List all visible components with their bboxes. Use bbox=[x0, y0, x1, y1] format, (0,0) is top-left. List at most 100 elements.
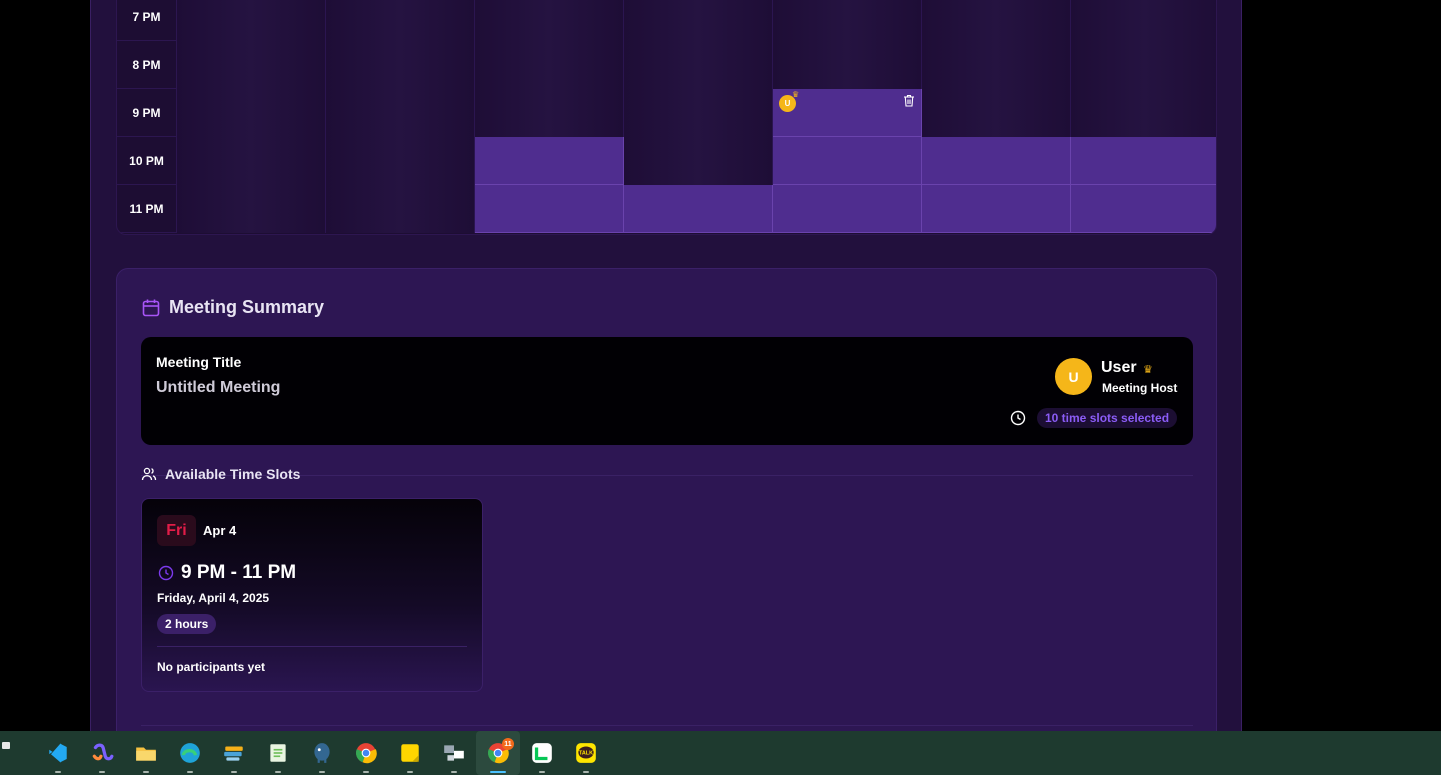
divider bbox=[141, 725, 1193, 726]
time-slot-cell[interactable] bbox=[624, 41, 773, 89]
time-slot-cell[interactable] bbox=[922, 41, 1071, 89]
time-slot-cell-selected[interactable] bbox=[1071, 137, 1216, 185]
time-slot-cell[interactable] bbox=[922, 0, 1071, 41]
available-slots-title: Available Time Slots bbox=[165, 466, 301, 482]
time-slot-cell[interactable] bbox=[326, 185, 475, 233]
time-slot-cell-selected[interactable] bbox=[475, 185, 624, 233]
schedule-row: 9 PM U ♛ bbox=[117, 89, 1216, 137]
app-window: 7 PM 8 PM 9 PM U ♛ 10 PM 11 PM Meeting Summary… bbox=[90, 0, 1242, 731]
running-indicator bbox=[363, 771, 369, 773]
time-slot-cell[interactable] bbox=[326, 89, 475, 137]
time-slot-cell[interactable] bbox=[624, 0, 773, 41]
time-slot-cell[interactable] bbox=[922, 89, 1071, 137]
calendar-icon bbox=[142, 299, 160, 316]
summary-title: Meeting Summary bbox=[169, 297, 325, 317]
time-slot-cell[interactable] bbox=[177, 185, 326, 233]
host-avatar: U bbox=[1055, 358, 1092, 395]
time-slot-cell-selected[interactable] bbox=[1071, 185, 1216, 233]
time-slot-cell[interactable] bbox=[475, 0, 624, 41]
line-icon bbox=[532, 743, 552, 763]
time-slot-cell[interactable] bbox=[326, 41, 475, 89]
time-slot-cell-selected[interactable] bbox=[773, 185, 922, 233]
meeting-info-card: Meeting Title Untitled Meeting U User ♛ … bbox=[141, 337, 1193, 445]
time-label: 7 PM bbox=[117, 0, 177, 41]
time-slot-cell[interactable] bbox=[1071, 0, 1216, 41]
time-slot-cell[interactable] bbox=[177, 41, 326, 89]
meeting-title-label: Meeting Title bbox=[156, 354, 242, 370]
crown-icon: ♛ bbox=[792, 90, 800, 99]
running-indicator bbox=[99, 771, 105, 773]
duration-badge: 2 hours bbox=[157, 614, 217, 634]
slot-date-short: Apr 4 bbox=[203, 523, 237, 538]
taskbar-item-edge[interactable] bbox=[168, 731, 212, 775]
time-slot-cell-selected[interactable] bbox=[922, 137, 1071, 185]
time-slot-cell[interactable] bbox=[177, 89, 326, 137]
summary-header: Meeting Summary bbox=[141, 297, 324, 318]
running-indicator bbox=[231, 771, 237, 773]
time-slot-cell[interactable] bbox=[177, 137, 326, 185]
schedule-row: 8 PM bbox=[117, 41, 1216, 89]
time-slot-cell[interactable] bbox=[177, 0, 326, 41]
svg-text:TALK: TALK bbox=[579, 751, 593, 757]
taskbar-item-postgres[interactable] bbox=[300, 731, 344, 775]
taskbar: 11 TALK bbox=[0, 731, 1441, 775]
taskbar-item-vscode[interactable] bbox=[36, 731, 80, 775]
time-slot-cell-selected[interactable] bbox=[624, 185, 773, 233]
host-role: Meeting Host bbox=[1102, 381, 1178, 395]
slot-time-range: 9 PM - 11 PM bbox=[181, 562, 297, 583]
taskbar-item-notepad[interactable] bbox=[256, 731, 300, 775]
slot-date-long: Friday, April 4, 2025 bbox=[157, 591, 270, 605]
schedule-row: 11 PM bbox=[117, 185, 1216, 233]
time-slot-cell[interactable] bbox=[1071, 41, 1216, 89]
taskbar-item-line[interactable] bbox=[520, 731, 564, 775]
time-label: 10 PM bbox=[117, 137, 177, 185]
kakaotalk-icon: TALK bbox=[576, 743, 596, 763]
taskbar-item-chrome-dev[interactable]: 11 bbox=[476, 731, 520, 775]
taskbar-item-kakaotalk[interactable]: TALK bbox=[564, 731, 608, 775]
divider bbox=[157, 646, 467, 647]
time-slot-cell[interactable] bbox=[773, 0, 922, 41]
time-slot-cell[interactable] bbox=[326, 0, 475, 41]
time-slot-cell-selected[interactable] bbox=[475, 137, 624, 185]
schedule-row: 10 PM bbox=[117, 137, 1216, 185]
crown-icon: ♛ bbox=[1143, 364, 1153, 376]
time-slot-cell[interactable] bbox=[475, 41, 624, 89]
taskbar-item-sticky-notes[interactable] bbox=[388, 731, 432, 775]
time-slot-cell-selected[interactable] bbox=[922, 185, 1071, 233]
time-label: 11 PM bbox=[117, 185, 177, 233]
time-slot-cell-selected[interactable] bbox=[773, 137, 922, 185]
slots-selected-badge: 10 time slots selected bbox=[1037, 408, 1178, 428]
taskbar-item-copilot[interactable] bbox=[80, 731, 124, 775]
taskbar-apps: 11 TALK bbox=[36, 731, 608, 775]
host-name: User bbox=[1101, 359, 1137, 376]
time-slot-cell[interactable] bbox=[773, 41, 922, 89]
taskbar-item-app[interactable] bbox=[212, 731, 256, 775]
time-slot-cell[interactable] bbox=[624, 89, 773, 137]
time-slot-cell[interactable] bbox=[624, 137, 773, 185]
clock-icon bbox=[1010, 410, 1026, 426]
running-indicator bbox=[143, 771, 149, 773]
meeting-title: Untitled Meeting bbox=[156, 379, 281, 396]
edge-icon bbox=[180, 743, 200, 763]
postgres-icon bbox=[314, 743, 330, 763]
time-slot-cell[interactable] bbox=[1071, 89, 1216, 137]
time-slot-cell[interactable] bbox=[326, 137, 475, 185]
time-label: 9 PM bbox=[117, 89, 177, 137]
taskbar-item-chrome[interactable] bbox=[344, 731, 388, 775]
time-slot-cell-selected[interactable]: U ♛ bbox=[773, 89, 922, 137]
trash-icon[interactable] bbox=[903, 94, 915, 107]
network-icon bbox=[444, 745, 464, 761]
participants-status: No participants yet bbox=[157, 660, 266, 674]
available-slots-header: Available Time Slots bbox=[141, 466, 300, 482]
meeting-summary-panel: Meeting Summary Meeting Title Untitled M… bbox=[116, 268, 1217, 731]
time-slot-card[interactable]: Fri Apr 4 9 PM - 11 PM Friday, April 4, … bbox=[141, 498, 483, 692]
running-indicator bbox=[275, 771, 281, 773]
show-desktop-button[interactable] bbox=[2, 742, 10, 749]
notification-badge: 11 bbox=[502, 738, 514, 750]
taskbar-item-network[interactable] bbox=[432, 731, 476, 775]
chrome-icon bbox=[355, 743, 377, 764]
taskbar-item-file-explorer[interactable] bbox=[124, 731, 168, 775]
app-icon bbox=[224, 746, 243, 761]
time-slot-cell[interactable] bbox=[475, 89, 624, 137]
users-icon bbox=[141, 467, 157, 481]
